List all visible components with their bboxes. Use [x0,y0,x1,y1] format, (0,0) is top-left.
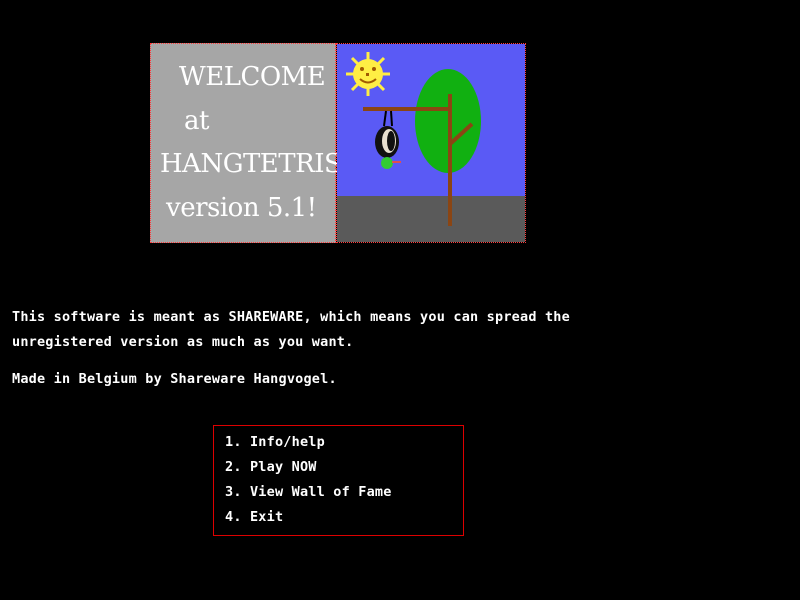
made-in-notice: Made in Belgium by Shareware Hangvogel. [12,371,337,387]
scene-panel [336,43,526,243]
menu-item-exit[interactable]: 4. Exit [225,510,283,525]
main-menu: 1. Info/help 2. Play NOW 3. View Wall of… [213,425,464,536]
sun-icon [346,52,390,96]
menu-item-wall-of-fame[interactable]: 3. View Wall of Fame [225,485,392,500]
welcome-game-name: HANGTETRIS [160,149,342,179]
welcome-version: version 5.1! [166,193,317,223]
splash-banner: WELCOME at HANGTETRIS version 5.1! [150,43,528,245]
shareware-notice-line-2: unregistered version as much as you want… [12,334,354,350]
welcome-title: WELCOME [179,62,326,92]
welcome-at: at [184,106,209,136]
shareware-notice-line-1: This software is meant as SHAREWARE, whi… [12,309,570,325]
welcome-panel: WELCOME at HANGTETRIS version 5.1! [150,43,342,243]
menu-item-play-now[interactable]: 2. Play NOW [225,460,317,475]
menu-item-info-help[interactable]: 1. Info/help [225,435,325,450]
